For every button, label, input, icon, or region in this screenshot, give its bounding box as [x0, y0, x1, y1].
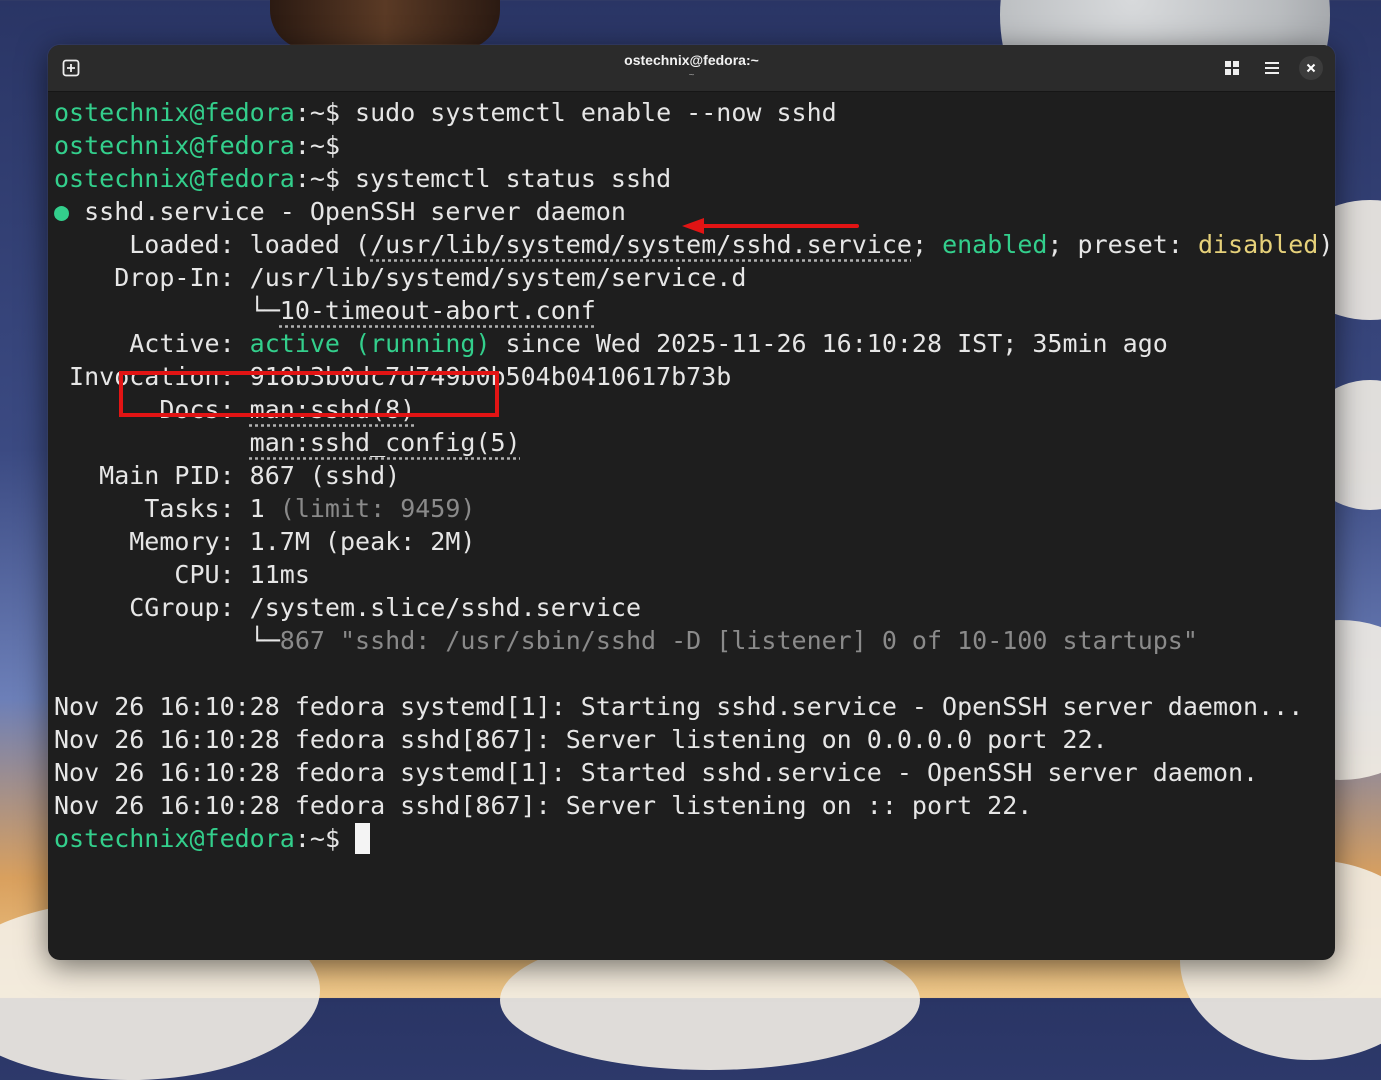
field-label: CPU:	[54, 560, 250, 589]
active-line: Active: active (running) since Wed 2025-…	[54, 327, 1329, 360]
field-value: 867 (sshd)	[249, 461, 401, 490]
field-label: Drop-In:	[54, 263, 250, 292]
docs-link[interactable]: man:sshd_config(5)	[250, 428, 521, 457]
prompt-user-host: ostechnix@fedora	[54, 98, 295, 127]
prompt-user-host: ostechnix@fedora	[54, 131, 295, 160]
field-label: Memory:	[54, 527, 250, 556]
prompt-user-host: ostechnix@fedora	[54, 164, 295, 193]
log-line: Nov 26 16:10:28 fedora systemd[1]: Start…	[54, 692, 1304, 721]
window-subtitle: ~	[688, 70, 695, 81]
hamburger-menu-icon	[1265, 62, 1279, 74]
log-line: Nov 26 16:10:28 fedora sshd[867]: Server…	[54, 791, 1033, 820]
prompt-symbol: $	[324, 164, 340, 193]
main-menu-button[interactable]	[1259, 55, 1285, 81]
tasks-limit: (limit: 9459)	[279, 494, 476, 523]
cgroup-process: 867 "sshd: /usr/sbin/sshd -D [listener] …	[279, 626, 1198, 655]
command-text	[340, 824, 355, 853]
wallpaper-spire	[270, 0, 500, 50]
prompt-path: :~	[294, 824, 325, 853]
field-value: )	[1318, 230, 1334, 259]
prompt-symbol: $	[324, 98, 340, 127]
prompt-path: :~	[294, 98, 325, 127]
prompt-path: :~	[294, 131, 325, 160]
prompt-line: ostechnix@fedora:~$	[54, 129, 1329, 162]
prompt-user-host: ostechnix@fedora	[54, 824, 295, 853]
overview-button[interactable]	[1219, 55, 1245, 81]
cpu-line: CPU: 11ms	[54, 558, 1329, 591]
field-value: 1	[249, 494, 280, 523]
window-title: ostechnix@fedora:~	[624, 52, 759, 68]
field-value: since Wed 2025-11-26 16:10:28 IST; 35min…	[490, 329, 1168, 358]
invocation-line: Invocation: 918b3b0dc7d749b0b504b0410617…	[54, 360, 1329, 393]
field-value: loaded (	[249, 230, 371, 259]
active-status: active (running)	[249, 329, 491, 358]
enabled-status: enabled	[942, 230, 1048, 259]
terminal-window: ostechnix@fedora:~ ~ ostechnix@fedora:~$…	[48, 45, 1335, 960]
field-label: Main PID:	[54, 461, 250, 490]
command-text: sudo systemctl enable --now sshd	[340, 98, 837, 127]
field-value: ;	[911, 230, 943, 259]
prompt-symbol: $	[324, 824, 340, 853]
grid-icon	[1225, 61, 1239, 75]
prompt-line: ostechnix@fedora:~$ systemctl status ssh…	[54, 162, 1329, 195]
command-text: systemctl status sshd	[340, 164, 672, 193]
field-value: 1.7M (peak: 2M)	[249, 527, 476, 556]
status-bullet-icon: ●	[54, 197, 70, 226]
field-label: Loaded:	[54, 230, 250, 259]
field-label: CGroup:	[54, 593, 250, 622]
docs-line: Docs: man:sshd(8)	[54, 393, 1329, 426]
tree-branch: └─	[249, 626, 280, 655]
prompt-symbol: $	[324, 131, 340, 160]
log-line: Nov 26 16:10:28 fedora sshd[867]: Server…	[54, 725, 1108, 754]
cgroup-proc-line: └─867 "sshd: /usr/sbin/sshd -D [listener…	[54, 624, 1329, 657]
text-cursor	[355, 823, 371, 854]
log-line: Nov 26 16:10:28 fedora systemd[1]: Start…	[54, 758, 1259, 787]
dropin-file-link[interactable]: 10-timeout-abort.conf	[280, 296, 596, 325]
field-value: 11ms	[249, 560, 310, 589]
annotation-arrow-icon	[682, 218, 859, 234]
preset-status: disabled	[1197, 230, 1319, 259]
field-value: ; preset:	[1047, 230, 1198, 259]
memory-line: Memory: 1.7M (peak: 2M)	[54, 525, 1329, 558]
docs-line: man:sshd_config(5)	[54, 426, 1329, 459]
title-bar[interactable]: ostechnix@fedora:~ ~	[48, 45, 1335, 92]
field-label: Active:	[54, 329, 250, 358]
tree-branch: └─	[249, 296, 280, 325]
close-icon	[1306, 63, 1316, 73]
prompt-line: ostechnix@fedora:~$ sudo systemctl enabl…	[54, 96, 1329, 129]
field-value: /system.slice/sshd.service	[249, 593, 642, 622]
mainpid-line: Main PID: 867 (sshd)	[54, 459, 1329, 492]
field-label: Tasks:	[54, 494, 250, 523]
tasks-line: Tasks: 1 (limit: 9459)	[54, 492, 1329, 525]
field-label: Invocation:	[54, 362, 250, 391]
field-value: 918b3b0dc7d749b0b504b0410617b73b	[249, 362, 732, 391]
field-value: /usr/lib/systemd/system/service.d	[249, 263, 747, 292]
field-label: Docs:	[54, 395, 250, 424]
prompt-line: ostechnix@fedora:~$	[54, 822, 1329, 855]
cgroup-line: CGroup: /system.slice/sshd.service	[54, 591, 1329, 624]
close-button[interactable]	[1299, 56, 1323, 80]
docs-link[interactable]: man:sshd(8)	[250, 395, 416, 424]
prompt-path: :~	[294, 164, 325, 193]
dropin-file-line: └─10-timeout-abort.conf	[54, 294, 1329, 327]
dropin-line: Drop-In: /usr/lib/systemd/system/service…	[54, 261, 1329, 294]
terminal-output[interactable]: ostechnix@fedora:~$ sudo systemctl enabl…	[54, 96, 1333, 956]
service-description: sshd.service - OpenSSH server daemon	[69, 197, 626, 226]
